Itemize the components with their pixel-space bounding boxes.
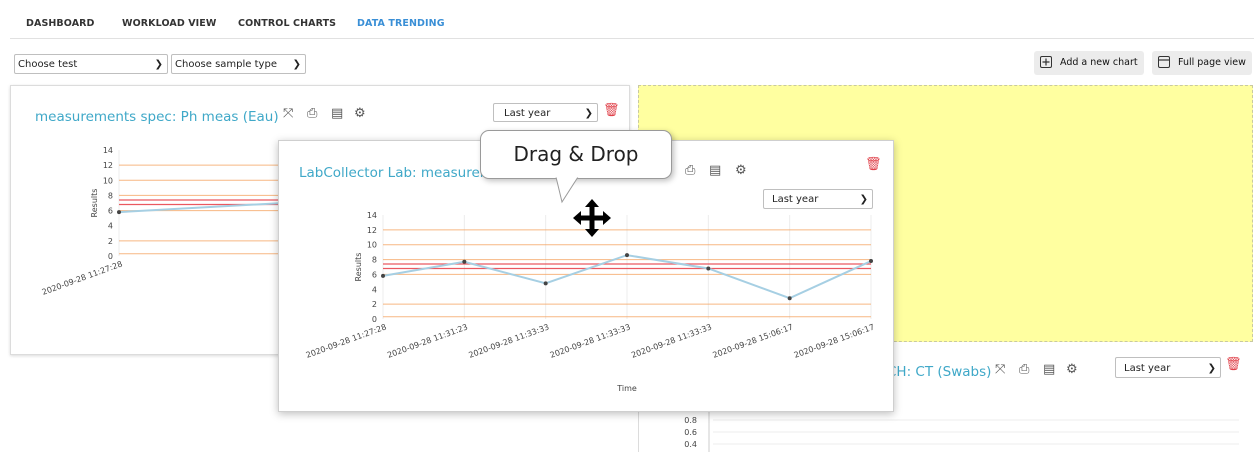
add-chart-button[interactable]: Add a new chart: [1034, 51, 1144, 75]
top-nav: DASHBOARD WORKLOAD VIEW CONTROL CHARTS D…: [0, 0, 1254, 44]
data-point[interactable]: [381, 273, 385, 278]
x-tick-label: 2020-09-28 11:33:33: [630, 322, 713, 360]
full-page-view-button[interactable]: Full page view: [1152, 51, 1252, 75]
y-tick-label: 12: [367, 226, 377, 235]
tab-dashboard[interactable]: DASHBOARD: [26, 18, 95, 29]
y-tick-label: 0.6: [684, 428, 697, 437]
x-tick-label: 2020-09-28 15:06:17: [793, 322, 876, 360]
range-select[interactable]: Last year ❯: [763, 189, 873, 209]
chevron-down-icon: ❯: [154, 59, 163, 70]
y-tick-label: 8: [108, 191, 113, 200]
x-tick-label: 2020-09-28 11:27:28: [41, 259, 124, 297]
test-select-value: Choose test: [18, 59, 78, 70]
data-point[interactable]: [462, 259, 467, 264]
export-icon[interactable]: ▤: [709, 163, 721, 178]
plus-box-icon: [1040, 56, 1052, 68]
expand-icon[interactable]: ⤧: [283, 106, 293, 121]
y-tick-label: 2: [372, 300, 377, 309]
x-tick-label: 2020-09-28 11:31:23: [386, 322, 469, 360]
data-point[interactable]: [869, 259, 873, 264]
chevron-down-icon: ❯: [1207, 363, 1216, 374]
y-tick-label: 0.4: [684, 440, 697, 449]
tab-data-trending[interactable]: DATA TRENDING: [357, 18, 445, 29]
range-select-value: Last year: [772, 194, 819, 205]
sample-type-select-value: Choose sample type: [175, 59, 277, 70]
range-select-value: Last year: [1124, 363, 1171, 374]
settings-icon[interactable]: ⚙: [735, 163, 747, 178]
x-tick-label: 2020-09-28 15:06:17: [711, 322, 794, 360]
export-icon[interactable]: ▤: [1043, 362, 1055, 377]
x-tick-label: 2020-09-28 11:33:33: [467, 322, 550, 360]
data-point[interactable]: [787, 296, 792, 301]
y-tick-label: 14: [103, 146, 113, 155]
y-tick-label: 0: [372, 315, 377, 324]
y-tick-label: 6: [108, 207, 113, 216]
data-point[interactable]: [625, 253, 629, 258]
test-select[interactable]: Choose test ❯: [14, 54, 168, 74]
y-tick-label: 4: [372, 285, 377, 294]
full-page-view-label: Full page view: [1178, 57, 1246, 68]
move-cursor-icon: [573, 199, 611, 237]
delete-icon[interactable]: 🗑: [1225, 357, 1242, 372]
drag-drop-tooltip: Drag & Drop: [480, 130, 672, 179]
range-select[interactable]: Last year ❯: [493, 103, 598, 122]
data-point[interactable]: [706, 266, 711, 271]
settings-icon[interactable]: ⚙: [354, 106, 366, 121]
tab-bar: DASHBOARD WORKLOAD VIEW CONTROL CHARTS D…: [10, 8, 1254, 39]
chevron-down-icon: ❯: [584, 108, 593, 119]
y-tick-label: 6: [372, 270, 377, 279]
window-icon: [1158, 56, 1170, 68]
y-tick-label: 12: [103, 161, 113, 170]
y-tick-label: 10: [103, 176, 113, 185]
chevron-down-icon: ❯: [292, 59, 301, 70]
drag-drop-tooltip-text: Drag & Drop: [513, 142, 639, 166]
export-icon[interactable]: ▤: [331, 106, 343, 121]
y-axis-label: Results: [354, 253, 363, 282]
y-tick-label: 14: [367, 211, 377, 220]
print-icon[interactable]: ⎙: [1019, 362, 1029, 377]
y-tick-label: 8: [372, 256, 377, 265]
y-tick-label: 10: [367, 241, 377, 250]
chart-title: measurements spec: Ph meas (Eau): [35, 109, 279, 125]
delete-icon[interactable]: 🗑: [865, 157, 882, 172]
y-tick-label: 4: [108, 222, 113, 231]
tab-workload-view[interactable]: WORKLOAD VIEW: [122, 18, 216, 29]
range-select[interactable]: Last year ❯: [1115, 357, 1221, 378]
add-chart-label: Add a new chart: [1060, 57, 1138, 68]
range-select-value: Last year: [504, 108, 551, 119]
tab-control-charts[interactable]: CONTROL CHARTS: [238, 18, 336, 29]
y-tick-label: 0.8: [684, 416, 697, 425]
sample-type-select[interactable]: Choose sample type ❯: [171, 54, 306, 74]
data-point[interactable]: [117, 210, 121, 215]
data-point[interactable]: [543, 281, 548, 286]
chart-ct-swabs: 0.8 0.6 0.4: [684, 412, 1239, 452]
y-tick-label: 2: [108, 237, 113, 246]
print-icon[interactable]: ⎙: [685, 163, 695, 178]
y-tick-label: 0: [108, 252, 113, 261]
chart-title: LabCollector Lab: measuren: [299, 165, 489, 181]
x-tick-label: 2020-09-28 11:33:33: [549, 322, 632, 360]
expand-icon[interactable]: ⤧: [995, 362, 1005, 377]
settings-icon[interactable]: ⚙: [1066, 362, 1078, 377]
delete-icon[interactable]: 🗑: [603, 103, 620, 118]
y-axis-label: Results: [90, 189, 99, 218]
print-icon[interactable]: ⎙: [307, 106, 317, 121]
x-tick-label: 2020-09-28 11:27:28: [305, 322, 388, 360]
x-axis-label: Time: [616, 384, 637, 393]
chart-title: CH: CT (Swabs): [887, 364, 992, 380]
